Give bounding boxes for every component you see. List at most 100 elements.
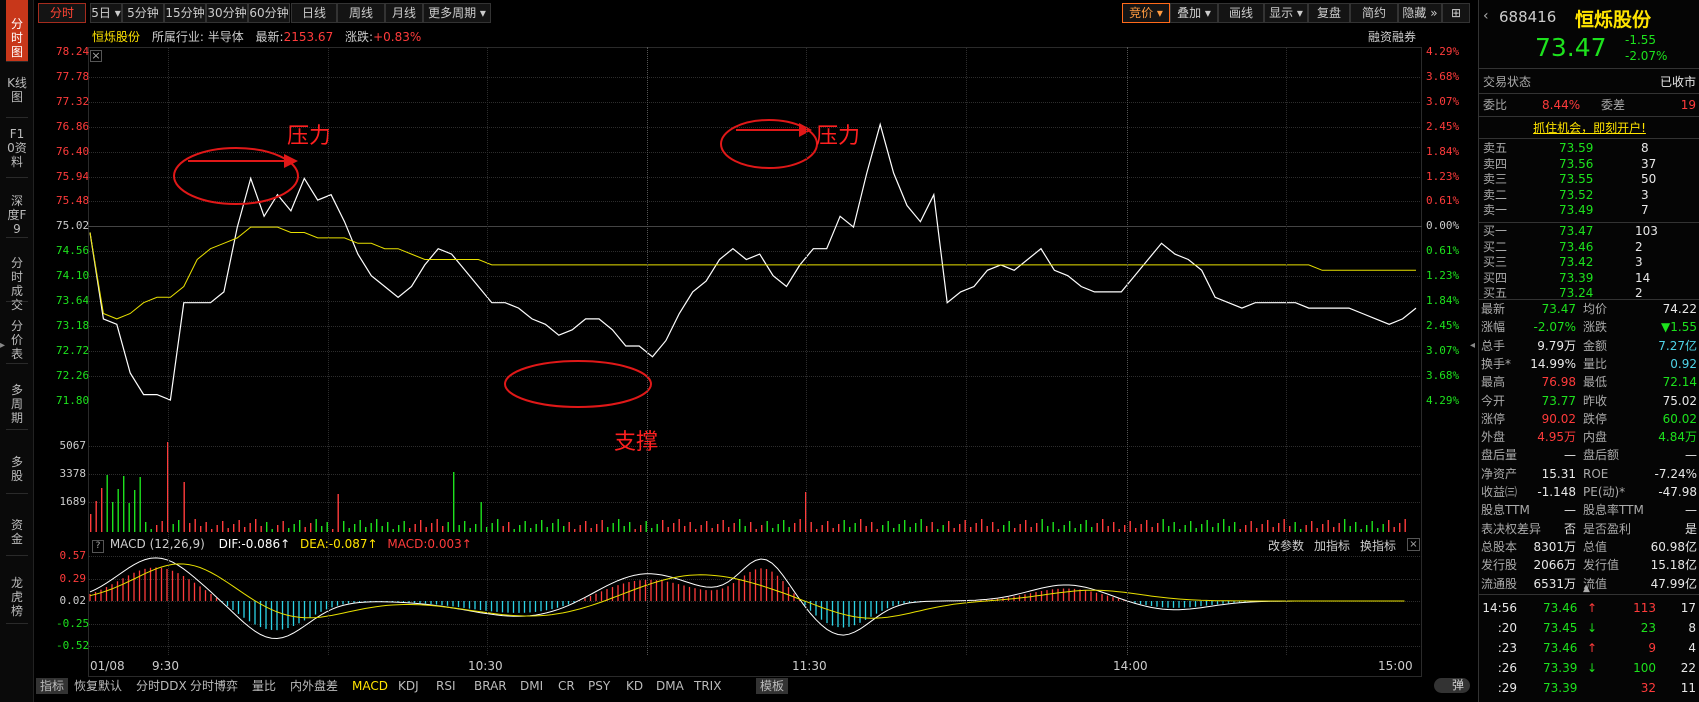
toolbar-9[interactable]: 月线 (385, 3, 423, 23)
left-tab-7[interactable]: 多周期 (6, 364, 28, 430)
toolbar-right-7[interactable]: 隐藏 » (1398, 3, 1442, 23)
toolbar-6[interactable]: 60分钟 (248, 3, 290, 23)
toolbar-right-1[interactable]: 竞价 ▾ (1122, 3, 1170, 23)
toolbar-5[interactable]: 30分钟 (206, 3, 248, 23)
left-tab-10[interactable]: 龙虎榜 (6, 556, 28, 624)
percent-tick: 2.45% (1426, 119, 1460, 133)
bid-row[interactable]: 买二 73.46 2 (1479, 240, 1699, 255)
bid-row[interactable]: 买一 73.47 103 (1479, 224, 1699, 239)
toolbar-right-4[interactable]: 显示 ▾ (1264, 3, 1308, 23)
volume-bar (1047, 526, 1049, 532)
volume-bar (585, 521, 587, 532)
volume-bar (1212, 527, 1214, 532)
macd-close-icon[interactable]: × (1407, 538, 1420, 551)
toolbar-right-6[interactable]: 简约 (1350, 3, 1398, 23)
toolbar-right-8[interactable]: ⊞ (1442, 3, 1470, 23)
indicator-tab-5[interactable]: 量比 (252, 678, 276, 694)
ask-row[interactable]: 卖一 73.49 7 (1479, 203, 1699, 218)
volume-bar (381, 526, 383, 532)
volume-bar (1030, 527, 1032, 532)
indicator-tab-4[interactable]: 分时博弈 (190, 678, 238, 694)
left-tab-9[interactable]: 资金 (6, 494, 28, 556)
indicator-tab-10[interactable]: BRAR (474, 678, 507, 694)
volume-bar (497, 519, 499, 532)
info-stock-name[interactable]: 恒烁股份 (92, 30, 140, 44)
volume-bar (233, 524, 235, 532)
ask-row[interactable]: 卖四 73.56 37 (1479, 157, 1699, 172)
toolbar-8[interactable]: 周线 (337, 3, 385, 23)
volume-bar (1206, 520, 1208, 532)
indicator-tab-8[interactable]: KDJ (398, 678, 419, 694)
indicator-tab-14[interactable]: KD (626, 678, 643, 694)
stat-value: 47.99亿 (1650, 576, 1697, 591)
left-tab-6[interactable]: 分价表 (6, 302, 28, 364)
toolbar-1[interactable]: 分时 (38, 3, 86, 23)
open-account-link[interactable]: 抓住机会，即刻开户! (1479, 119, 1699, 136)
volume-bar (156, 525, 158, 532)
left-tab-2[interactable]: K线图 (6, 62, 28, 118)
ask-row[interactable]: 卖三 73.55 50 (1479, 172, 1699, 187)
ask-row[interactable]: 卖二 73.52 3 (1479, 188, 1699, 203)
time-tick: 01/08 (90, 659, 125, 673)
volume-bar (376, 519, 378, 532)
left-tab-3[interactable]: F10资料 (6, 118, 28, 178)
indicator-tab-16[interactable]: TRIX (694, 678, 721, 694)
ask-volume: 8 (1641, 141, 1649, 155)
indicator-tab-13[interactable]: PSY (588, 678, 610, 694)
bid-row[interactable]: 买四 73.39 14 (1479, 271, 1699, 286)
toolbar-10[interactable]: 更多周期 ▾ (423, 3, 491, 23)
ask-row[interactable]: 卖五 73.59 8 (1479, 141, 1699, 156)
volume-bar (260, 526, 262, 532)
left-tab-4[interactable]: 深度F9 (6, 178, 28, 238)
volume-bar (1371, 521, 1373, 532)
macd-dif-line (89, 557, 1405, 640)
left-tab-8[interactable]: 多股 (6, 430, 28, 494)
popup-toggle[interactable]: 弹 (1434, 678, 1470, 693)
volume-bar (898, 524, 900, 532)
bid-row[interactable]: 买三 73.42 3 (1479, 255, 1699, 270)
indicator-tab-2[interactable]: 恢复默认 (74, 678, 122, 694)
macd-action-3[interactable]: 换指标 (1360, 539, 1396, 553)
toolbar-4[interactable]: 15分钟 (164, 3, 206, 23)
stat-label: 发行股 (1481, 558, 1518, 573)
percent-tick: 3.07% (1426, 94, 1460, 108)
margin-trading-link[interactable]: 融资融券 (1368, 28, 1416, 45)
macd-title[interactable]: MACD (12,26,9) (110, 537, 205, 551)
stat-row: 总股本 8301万 总值 60.98亿 (1479, 539, 1699, 556)
ask-price: 73.52 (1559, 187, 1594, 202)
toolbar-right-3[interactable]: 画线 (1218, 3, 1264, 23)
volume-bar (904, 520, 906, 532)
macd-tick: 0.29 (59, 571, 87, 585)
indicator-tab-17[interactable]: 模板 (756, 678, 789, 694)
toolbar-right-2[interactable]: 叠加 ▾ (1170, 3, 1218, 23)
toolbar-2[interactable]: 5日 ▾ (90, 3, 122, 23)
stat-label: 最高 (1481, 375, 1506, 390)
left-tab-5[interactable]: 分时成交 (6, 238, 28, 312)
panel-collapse-left-icon[interactable]: ▸ (0, 340, 5, 351)
indicator-tab-1[interactable]: 指标 (36, 678, 69, 694)
macd-help-icon[interactable]: ? (92, 540, 104, 553)
macd-action-2[interactable]: 加指标 (1314, 539, 1350, 553)
volume-bar (711, 528, 713, 532)
volume-bar (722, 520, 724, 532)
volume-bar (1228, 526, 1230, 532)
indicator-tab-3[interactable]: 分时DDX (136, 678, 187, 694)
volume-bar (739, 519, 741, 532)
indicator-tab-7[interactable]: MACD (352, 678, 388, 694)
collapse-stats-icon[interactable]: ▲ (1583, 584, 1590, 594)
indicator-tab-12[interactable]: CR (558, 678, 575, 694)
indicator-tab-11[interactable]: DMI (520, 678, 543, 694)
volume-bar (1289, 526, 1291, 532)
tick-count: 11 (1680, 681, 1696, 695)
indicator-tab-9[interactable]: RSI (436, 678, 456, 694)
stat-value: 15.31 (1541, 466, 1576, 481)
left-tab-1[interactable]: 分时图 (6, 0, 28, 62)
quote-back-arrow-icon[interactable]: ‹ (1483, 8, 1489, 24)
indicator-tab-6[interactable]: 内外盘差 (290, 678, 338, 694)
panel-collapse-right-icon[interactable]: ◂ (1470, 340, 1475, 351)
toolbar-7[interactable]: 日线 (291, 3, 337, 23)
toolbar-right-5[interactable]: 复盘 (1308, 3, 1350, 23)
toolbar-3[interactable]: 5分钟 (122, 3, 164, 23)
volume-bar (1305, 525, 1307, 532)
indicator-tab-15[interactable]: DMA (656, 678, 684, 694)
